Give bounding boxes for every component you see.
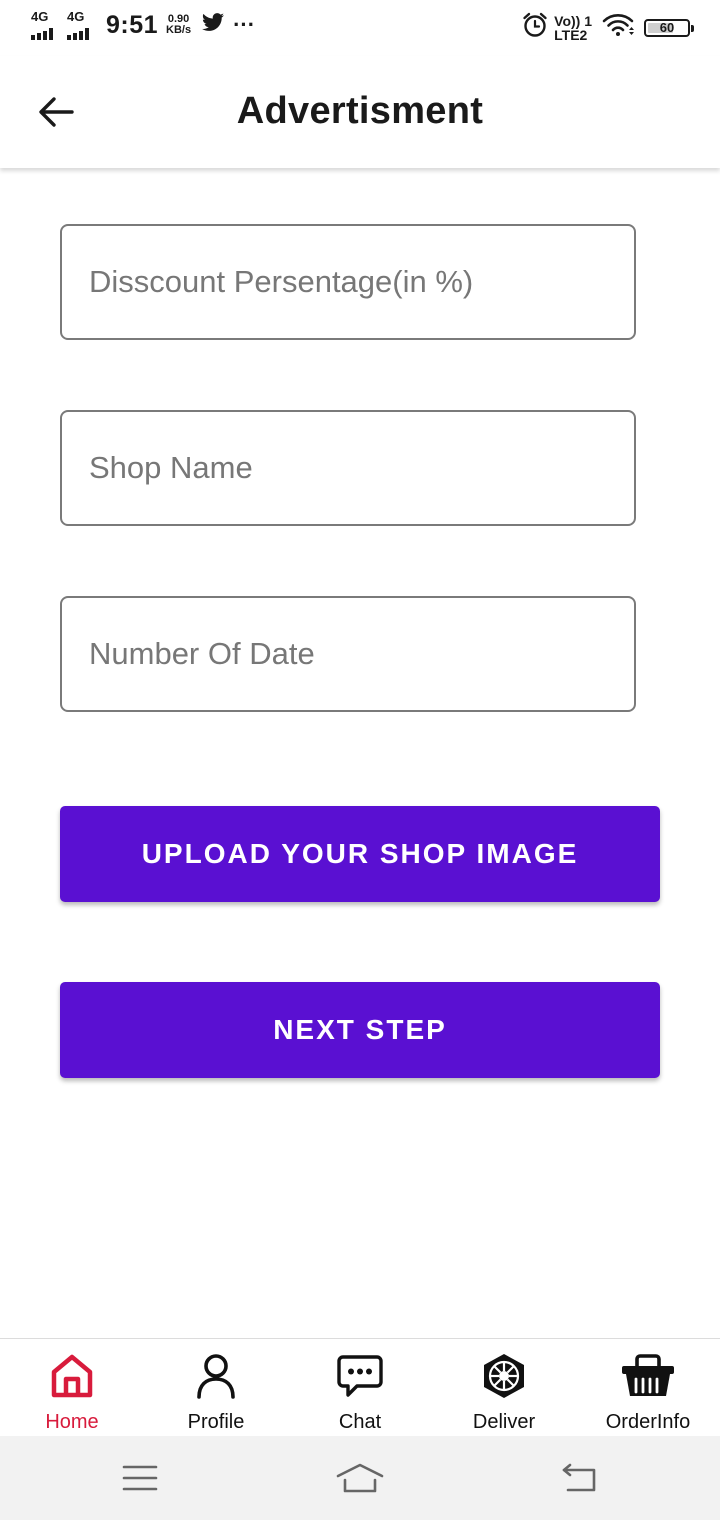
number-of-date-field — [60, 596, 636, 712]
bottom-navigation: Home Profile Chat Deliver OrderInfo — [0, 1338, 720, 1437]
clock: 9:51 — [106, 10, 159, 39]
nav-item-chat[interactable]: Chat — [288, 1339, 432, 1437]
basket-icon — [622, 1354, 674, 1396]
shop-name-field — [60, 410, 636, 526]
number-of-date-input[interactable] — [62, 598, 634, 710]
chat-bubble-icon — [337, 1355, 383, 1397]
wifi-icon — [602, 13, 634, 42]
hex-emblem-icon — [484, 1354, 524, 1398]
system-navigation-bar — [0, 1436, 720, 1520]
upload-shop-image-button[interactable]: UPLOAD YOUR SHOP IMAGE — [60, 806, 660, 902]
battery-level: 60 — [659, 20, 675, 35]
nav-item-home[interactable]: Home — [0, 1339, 144, 1437]
shop-name-input[interactable] — [62, 412, 634, 524]
signal-strength-icon: 4G — [66, 10, 100, 40]
menu-button[interactable] — [110, 1456, 170, 1500]
status-left: 4G 4G 9:51 0.90 KB/s ··· — [30, 10, 255, 40]
network-speed-unit: KB/s — [166, 24, 192, 36]
nav-label-orderinfo: OrderInfo — [605, 1411, 691, 1433]
nav-label-home: Home — [45, 1411, 99, 1433]
lte-label: LTE2 — [554, 26, 588, 43]
network-type-label: 4G — [67, 9, 85, 24]
nav-item-profile[interactable]: Profile — [144, 1339, 288, 1437]
screen: 4G 4G 9:51 0.90 KB/s ··· Vo)) 1 LTE2 60 … — [0, 0, 720, 1520]
nav-label-profile: Profile — [187, 1411, 245, 1433]
nav-item-orderinfo[interactable]: OrderInfo — [576, 1339, 720, 1437]
more-notifications-icon: ··· — [233, 12, 256, 37]
home-icon — [51, 1354, 93, 1398]
nav-item-deliver[interactable]: Deliver — [432, 1339, 576, 1437]
volte-label: Vo)) 1 — [554, 12, 592, 29]
status-right: Vo)) 1 LTE2 60 — [522, 12, 694, 43]
home-outline-icon — [336, 1463, 384, 1493]
battery-icon: 60 — [644, 18, 694, 37]
person-icon — [197, 1354, 235, 1399]
home-system-button[interactable] — [330, 1456, 390, 1500]
volte-indicator: Vo)) 1 LTE2 — [554, 14, 592, 42]
discount-percentage-input[interactable] — [62, 226, 634, 338]
status-bar: 4G 4G 9:51 0.90 KB/s ··· Vo)) 1 LTE2 60 — [0, 0, 720, 56]
app-bar: Advertisment — [0, 56, 720, 168]
return-arrow-icon — [562, 1463, 596, 1492]
next-step-button[interactable]: NEXT STEP — [60, 982, 660, 1078]
menu-lines-icon — [122, 1465, 158, 1491]
alarm-clock-icon — [522, 12, 548, 43]
network-type-label: 4G — [31, 9, 49, 24]
network-speed: 0.90 KB/s — [166, 14, 191, 36]
signal-strength-icon: 4G — [30, 10, 64, 40]
discount-percentage-field — [60, 224, 636, 340]
back-system-button[interactable] — [550, 1456, 610, 1500]
nav-label-chat: Chat — [338, 1411, 382, 1433]
page-title: Advertisment — [236, 90, 484, 132]
twitter-bird-icon — [201, 12, 225, 38]
nav-label-deliver: Deliver — [472, 1411, 536, 1433]
